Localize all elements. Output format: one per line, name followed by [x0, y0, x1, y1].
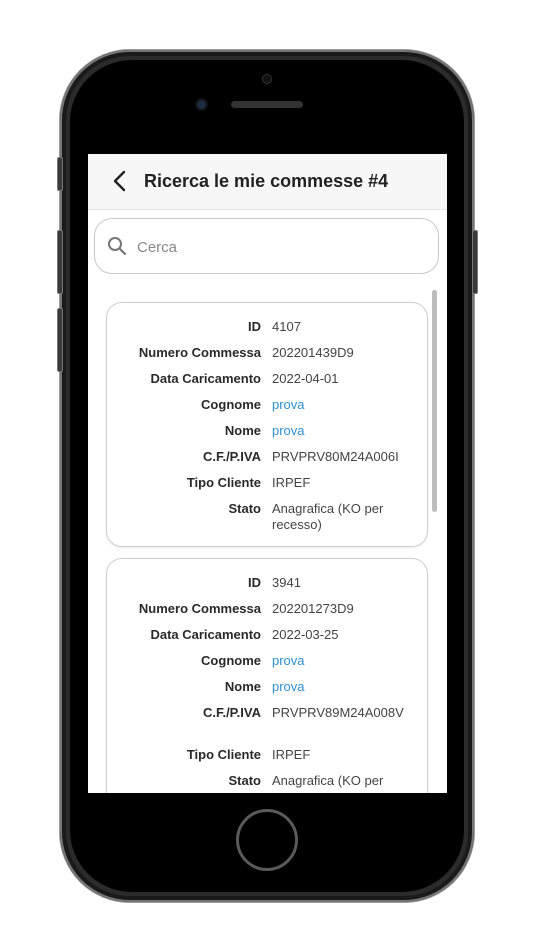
cognome-link[interactable]: prova: [272, 653, 414, 669]
cognome-link[interactable]: prova: [272, 397, 414, 413]
back-button[interactable]: [109, 169, 133, 193]
proximity-sensor: [262, 74, 272, 84]
nav-header: Ricerca le mie commesse #4: [88, 154, 447, 210]
field-label: Nome: [224, 679, 261, 694]
field-label: Tipo Cliente: [186, 747, 261, 762]
field-value: Anagrafica (KO per: [272, 773, 384, 788]
field-label: Nome: [224, 423, 261, 438]
power-button: [472, 230, 478, 294]
field-label: C.F./P.IVA: [202, 449, 261, 464]
field-label: Cognome: [201, 653, 261, 668]
field-label: Stato: [228, 501, 262, 516]
search-icon: [108, 237, 127, 256]
page-title: Ricerca le mie commesse #4: [144, 171, 389, 191]
front-camera: [197, 100, 206, 109]
field-value: 2022-03-25: [272, 627, 339, 642]
record-card[interactable]: ID 4107 Numero Commessa 202201439D9 Data…: [106, 302, 428, 547]
field-label: ID: [248, 575, 261, 590]
field-label: Tipo Cliente: [186, 475, 261, 490]
search-input[interactable]: [135, 231, 429, 263]
field-value: PRVPRV89M24A008V: [272, 705, 404, 720]
earpiece-speaker: [231, 101, 303, 108]
app-screen: Ricerca le mie commesse #4 ID 4107 Numer…: [88, 154, 447, 793]
field-label: C.F./P.IVA: [202, 705, 261, 720]
field-value: IRPEF: [272, 475, 311, 490]
search-bar[interactable]: [94, 218, 439, 274]
field-value: 4107: [272, 319, 301, 334]
mute-switch: [57, 157, 63, 191]
volume-down-button: [57, 308, 63, 372]
field-label: Data Caricamento: [150, 371, 261, 386]
volume-up-button: [57, 230, 63, 294]
field-value: PRVPRV80M24A006I: [272, 449, 399, 464]
field-value: Anagrafica (KO per recesso): [272, 501, 384, 532]
field-value: IRPEF: [272, 747, 311, 762]
scrollbar[interactable]: [432, 290, 437, 512]
field-value: 2022-04-01: [272, 371, 339, 386]
field-value: 202201439D9: [272, 345, 354, 360]
field-label: Cognome: [201, 397, 261, 412]
field-label: Numero Commessa: [138, 601, 261, 616]
nome-link[interactable]: prova: [272, 679, 414, 695]
field-label: Stato: [228, 773, 262, 788]
home-button[interactable]: [236, 809, 298, 871]
field-label: ID: [248, 319, 261, 334]
nome-link[interactable]: prova: [272, 423, 414, 439]
field-value: 202201273D9: [272, 601, 354, 616]
field-label: Data Caricamento: [150, 627, 261, 642]
record-card[interactable]: ID 3941 Numero Commessa 202201273D9 Data…: [106, 558, 428, 793]
field-value: 3941: [272, 575, 301, 590]
field-label: Numero Commessa: [138, 345, 261, 360]
results-list[interactable]: ID 4107 Numero Commessa 202201439D9 Data…: [88, 286, 447, 793]
chevron-left-icon: [113, 170, 126, 192]
